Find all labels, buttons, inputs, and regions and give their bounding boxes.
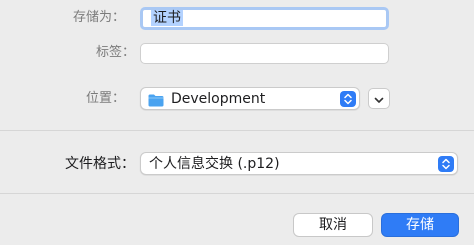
- folder-icon: [148, 92, 164, 107]
- updown-chevron-icon: [340, 91, 356, 107]
- tags-field[interactable]: [140, 43, 389, 64]
- divider-bottom: [0, 193, 474, 194]
- file-format-popup[interactable]: 个人信息交换 (.p12): [140, 152, 458, 175]
- cancel-button[interactable]: 取消: [293, 213, 373, 237]
- file-format-label: 文件格式：: [65, 156, 135, 172]
- file-format-selected: 个人信息交换 (.p12): [149, 156, 280, 172]
- where-selected: Development: [171, 91, 266, 107]
- save-as-field[interactable]: 证书: [140, 7, 389, 30]
- updown-chevron-icon: [438, 156, 454, 172]
- where-label: 位置：: [85, 91, 125, 106]
- divider-top: [0, 130, 474, 131]
- where-popup[interactable]: Development: [140, 87, 360, 110]
- save-as-label: 存储为：: [72, 10, 125, 25]
- expand-browser-button[interactable]: [368, 88, 390, 109]
- tags-label: 标签：: [95, 45, 135, 60]
- save-button[interactable]: 存储: [381, 213, 459, 237]
- chevron-down-icon: [374, 89, 384, 108]
- save-as-value: 证书: [151, 10, 183, 26]
